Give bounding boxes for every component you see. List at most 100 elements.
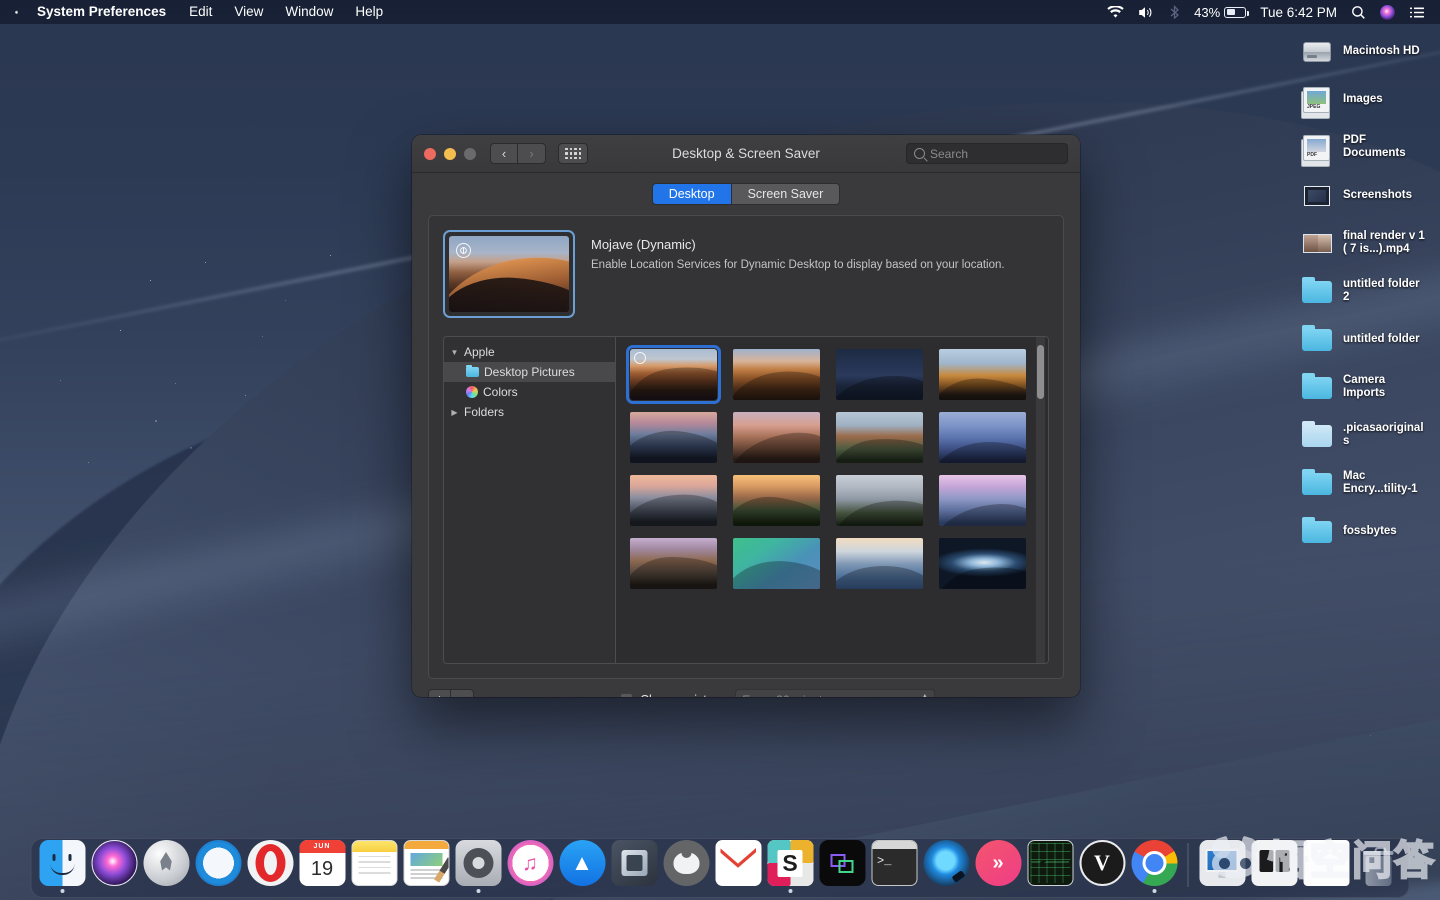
siri-icon[interactable] [1373,0,1402,24]
dock-item-appstore[interactable]: ▲ [558,837,607,893]
disclosure-triangle-icon[interactable]: ▶ [450,408,459,417]
wallpaper-thumbnail[interactable] [630,412,717,463]
current-wallpaper-info: Mojave (Dynamic) Enable Location Service… [591,230,1005,273]
change-picture-checkbox[interactable] [620,693,633,697]
remove-folder-button[interactable]: − [451,689,474,697]
notification-center-icon[interactable] [1402,0,1432,24]
wallpaper-thumbnail[interactable] [733,538,820,589]
wallpaper-thumbnail[interactable] [939,349,1026,400]
wallpaper-thumbnail[interactable] [939,475,1026,526]
dock-item-siri[interactable] [90,837,139,893]
source-group-folders[interactable]: ▶ Folders [444,402,615,422]
dock-item-activity[interactable] [1026,837,1075,893]
zoom-button[interactable] [464,147,476,160]
desktop-icon[interactable]: Macintosh HD [1296,30,1436,72]
dock-item-chrome[interactable] [1130,837,1179,893]
source-group-apple[interactable]: ▼ Apple [444,342,615,362]
wallpaper-thumbnail[interactable] [836,538,923,589]
wifi-icon[interactable] [1100,0,1131,24]
system-preferences-window[interactable]: ‹ › Desktop & Screen Saver Desktop Scree… [412,135,1080,697]
source-item-colors[interactable]: Colors [444,382,615,402]
close-button[interactable] [424,147,436,160]
menu-bar-clock[interactable]: Tue 6:42 PM [1253,0,1344,24]
dock-item-magnet[interactable] [818,837,867,893]
wallpaper-thumbnail[interactable] [733,475,820,526]
dock-item-gmail[interactable] [714,837,763,893]
dock-item-stack-white[interactable] [1302,837,1351,893]
menu-edit[interactable]: Edit [178,0,223,24]
dock-item-pages[interactable] [402,837,451,893]
tab-desktop[interactable]: Desktop [651,183,732,205]
disclosure-triangle-icon[interactable]: ▼ [450,348,459,357]
wallpaper-thumbnail[interactable] [836,475,923,526]
menu-view[interactable]: View [223,0,274,24]
battery-status[interactable]: 43% [1187,0,1253,24]
wallpaper-thumbnail[interactable] [836,412,923,463]
show-all-grid-icon[interactable] [558,143,588,164]
wallpaper-thumbnail[interactable] [733,349,820,400]
tab-screen-saver[interactable]: Screen Saver [731,183,841,205]
wallpaper-thumbnail[interactable] [939,538,1026,589]
spotlight-search-icon[interactable] [1344,0,1373,24]
dock-item-send[interactable]: » [974,837,1023,893]
scrollbar-thumb[interactable] [1037,345,1044,399]
dock-item-virtualbox[interactable] [610,837,659,893]
menu-window[interactable]: Window [274,0,344,24]
dock-item-vivaldi[interactable]: V [1078,837,1127,893]
desktop-icon[interactable]: Mac Encry...tility-1 [1296,462,1436,504]
apple-logo-icon[interactable] [8,4,25,20]
desktop-icon[interactable]: JPEG Images [1296,78,1436,120]
desktop-icon[interactable]: .picasaoriginals [1296,414,1436,456]
dock-item-safari[interactable] [194,837,243,893]
wallpaper-thumbnail[interactable] [733,412,820,463]
dock-item-trash[interactable] [1354,837,1403,893]
forward-button[interactable]: › [518,143,546,164]
wallpaper-thumbnail[interactable] [939,412,1026,463]
add-folder-button[interactable]: + [428,689,451,697]
desktop-icon[interactable]: untitled folder [1296,318,1436,360]
change-picture-row: Change picture: Every 30 minutes ▲▼ [620,689,936,697]
dock-item-itunes[interactable]: ♫ [506,837,555,893]
back-button[interactable]: ‹ [490,143,518,164]
dock-item-screens[interactable] [1198,837,1247,893]
desktop-icon[interactable]: final render v 1 ( 7 is...).mp4 [1296,222,1436,264]
dock-item-evernote[interactable] [662,837,711,893]
search-field[interactable] [906,143,1068,164]
dock-separator [1187,843,1189,887]
wallpaper-thumbnail[interactable] [630,475,717,526]
desktop-icon[interactable]: fossbytes [1296,510,1436,552]
running-indicator [632,889,636,893]
menu-app-name[interactable]: System Preferences [25,0,178,24]
dock-item-launchpad[interactable] [142,837,191,893]
change-interval-popup[interactable]: Every 30 minutes ▲▼ [735,689,936,697]
wallpaper-thumbnail[interactable] [626,345,721,404]
search-input[interactable] [930,146,1060,161]
dock-item-calendar[interactable]: JUN 19 [298,837,347,893]
dock-item-slack[interactable]: S [766,837,815,893]
current-wallpaper-thumbnail[interactable] [443,230,575,318]
dock-item-finder[interactable] [38,837,87,893]
running-indicator [424,889,428,893]
launchpad-icon [143,840,189,886]
menu-help[interactable]: Help [344,0,394,24]
dock-item-airdrop[interactable] [1250,837,1299,893]
dock-item-quicktime[interactable] [922,837,971,893]
desktop-icon[interactable]: untitled folder 2 [1296,270,1436,312]
window-title-bar[interactable]: ‹ › Desktop & Screen Saver [412,135,1080,173]
desktop-icon[interactable]: Camera Imports [1296,366,1436,408]
thumbnail-silhouette [630,423,717,463]
dock-item-prefs[interactable] [454,837,503,893]
volume-icon[interactable] [1131,0,1162,24]
source-item-desktop-pictures[interactable]: Desktop Pictures [444,362,615,382]
wallpaper-thumbnail[interactable] [630,538,717,589]
minimize-button[interactable] [444,147,456,160]
desktop-icon[interactable]: Screenshots [1296,174,1436,216]
bluetooth-icon[interactable] [1162,0,1187,24]
dock-item-terminal[interactable]: >_ [870,837,919,893]
dock-item-notes[interactable] [350,837,399,893]
notes-icon [351,840,397,886]
desktop-icon[interactable]: PDF PDF Documents [1296,126,1436,168]
desktop-icon-label: Images [1343,92,1383,105]
dock-item-opera[interactable] [246,837,295,893]
wallpaper-thumbnail[interactable] [836,349,923,400]
